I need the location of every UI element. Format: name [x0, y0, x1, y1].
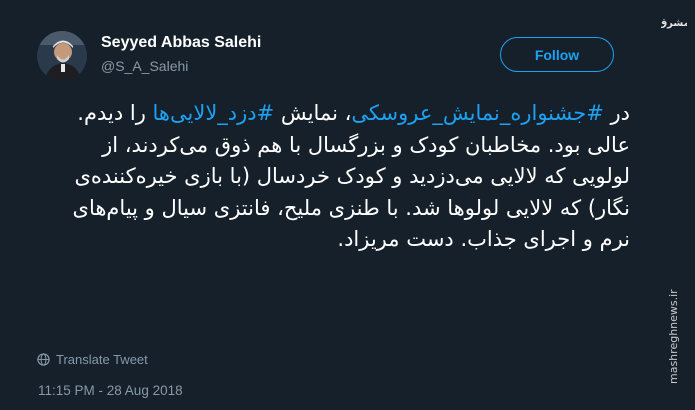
avatar-image: [37, 31, 87, 81]
mashregh-news-watermark: مشرق mashreghnews.ir: [661, 18, 687, 384]
svg-text:مشرق: مشرق: [661, 18, 687, 29]
translate-tweet-link[interactable]: Translate Tweet: [37, 352, 148, 367]
hashtag-link[interactable]: #دزد_لالایی‌ها: [153, 101, 275, 125]
tweet-text-segment: در: [603, 101, 631, 125]
svg-text:mashreghnews.ir: mashreghnews.ir: [667, 289, 680, 384]
translate-label: Translate Tweet: [56, 352, 148, 367]
globe-icon: [37, 353, 50, 366]
tweet-text-segment: ، نمایش: [274, 101, 352, 125]
avatar[interactable]: [37, 31, 87, 81]
user-handle[interactable]: @S_A_Salehi: [101, 58, 188, 74]
tweet-timestamp[interactable]: 11:15 PM - 28 Aug 2018: [38, 383, 183, 398]
hashtag-link[interactable]: #جشنواره_نمایش_عروسکی: [351, 101, 603, 125]
user-display-name[interactable]: Seyyed Abbas Salehi: [101, 34, 261, 52]
tweet-text: در #جشنواره_نمایش_عروسکی، نمایش #دزد_لال…: [40, 98, 630, 256]
follow-button[interactable]: Follow: [500, 37, 614, 72]
